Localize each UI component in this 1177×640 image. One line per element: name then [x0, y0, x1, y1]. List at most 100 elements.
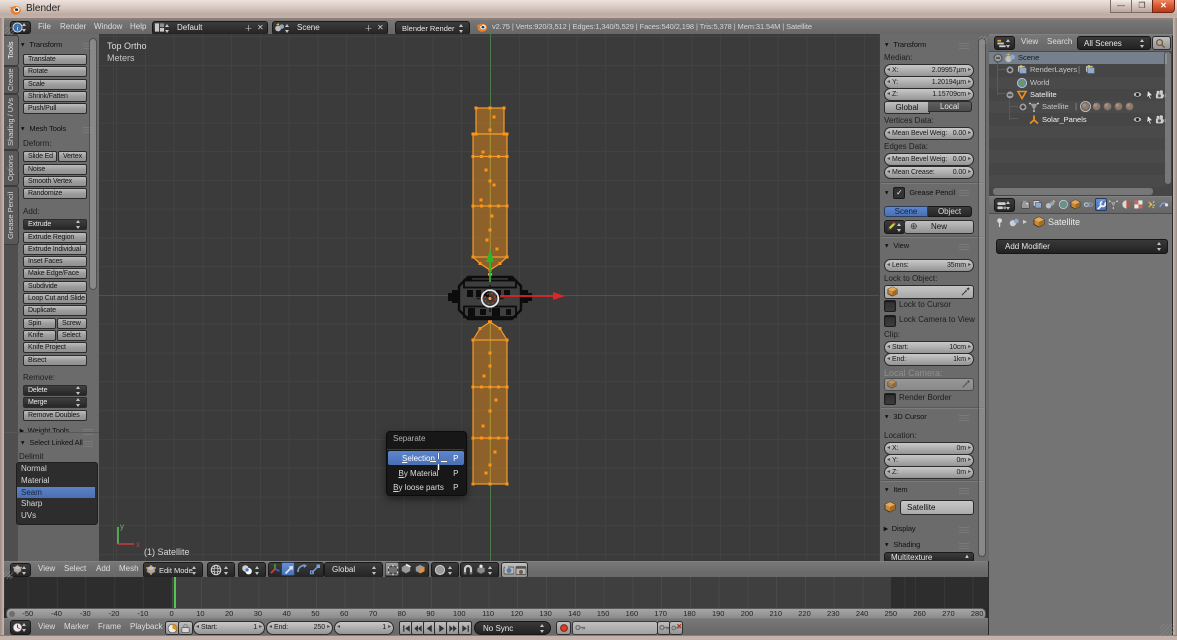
- median-z-field[interactable]: ◂▸Z:1.15709cm: [884, 88, 974, 101]
- frame-lock-button[interactable]: [178, 621, 193, 635]
- ts-btn-vertex[interactable]: Vertex: [58, 151, 87, 162]
- maximize-button[interactable]: ❐: [1131, 0, 1153, 13]
- tool-shelf-tab-options[interactable]: Options: [4, 150, 19, 186]
- ts-btn-scale[interactable]: Scale: [23, 79, 87, 90]
- view3d-menu-add[interactable]: Add: [96, 561, 114, 577]
- playback-jump-to-end-button[interactable]: [458, 621, 472, 635]
- lens-field[interactable]: ◂▸Lens:35mm: [884, 259, 974, 272]
- pivot-dropdown[interactable]: [238, 562, 266, 578]
- ts-btn-spin[interactable]: Spin: [23, 318, 56, 329]
- lock-to-object-field[interactable]: [884, 285, 974, 299]
- ts-btn-extrude-individual[interactable]: Extrude Individual: [23, 244, 87, 255]
- mode-dropdown[interactable]: Edit Mode: [143, 562, 203, 578]
- outliner-editor-type-button[interactable]: [994, 36, 1015, 50]
- properties-tab-texture[interactable]: [1132, 198, 1145, 211]
- ts-btn-inset-faces[interactable]: Inset Faces: [23, 256, 87, 267]
- solar-panel-bottom[interactable]: [473, 322, 507, 484]
- ts-btn-screw[interactable]: Screw: [57, 318, 87, 329]
- gp-object-toggle[interactable]: Object: [928, 206, 972, 217]
- outliner-filter-dropdown[interactable]: All Scenes: [1077, 36, 1151, 50]
- properties-tab-render-layers[interactable]: [1032, 198, 1045, 211]
- current-frame-field[interactable]: ◂▸1: [334, 621, 394, 635]
- mean-crease-field[interactable]: ◂▸Mean Crease:0.00: [884, 166, 974, 179]
- sync-dropdown[interactable]: No Sync: [474, 621, 551, 635]
- delimit-option-sharp[interactable]: Sharp: [17, 498, 95, 510]
- outliner-row-world[interactable]: World: [1030, 77, 1090, 89]
- cursor-z-field[interactable]: ◂▸Z:0m: [884, 466, 974, 479]
- close-button[interactable]: ✕: [1152, 0, 1175, 13]
- grease-pencil-checkbox[interactable]: ✓: [893, 187, 905, 199]
- properties-tab-modifiers[interactable]: [1095, 198, 1108, 211]
- layout-selector-icon-button[interactable]: [152, 21, 174, 35]
- timeline-menu-frame[interactable]: Frame: [98, 618, 120, 635]
- properties-tab-object[interactable]: [1069, 198, 1082, 211]
- lock-camera-to-view-box[interactable]: [884, 315, 896, 327]
- outliner-hscrollbar[interactable]: [992, 187, 1154, 196]
- panel-transform-header[interactable]: ▼Transform: [19, 40, 97, 50]
- proportional-edit-dropdown[interactable]: [431, 562, 459, 578]
- manipulator-scale-toggle[interactable]: [308, 562, 321, 576]
- timeline-editor-type-button[interactable]: [10, 620, 31, 635]
- vertex-select-toggle[interactable]: [385, 562, 399, 576]
- ts-btn-duplicate[interactable]: Duplicate: [23, 305, 87, 316]
- ts-btn-slide-ed[interactable]: Slide Ed: [23, 151, 57, 162]
- delimit-option-material[interactable]: Material: [17, 475, 95, 487]
- panel-item-header[interactable]: ▼Item: [883, 485, 973, 495]
- info-menu-window[interactable]: Window: [94, 19, 130, 34]
- expander-icon[interactable]: [1018, 102, 1028, 112]
- add-modifier-dropdown[interactable]: Add Modifier: [996, 239, 1168, 254]
- view3d-menu-view[interactable]: View: [38, 561, 58, 577]
- outliner-row-satellite[interactable]: Satellite: [1030, 89, 1090, 101]
- eye-icon[interactable]: [1132, 89, 1143, 100]
- gp-new-button[interactable]: ⊕New: [904, 220, 974, 234]
- solar-panel-top[interactable]: [473, 108, 507, 270]
- lock-to-cursor-box[interactable]: [884, 300, 896, 312]
- frame-end-field[interactable]: ◂▸End:250: [266, 621, 333, 635]
- gp-scene-toggle[interactable]: Scene: [884, 206, 928, 217]
- info-menu-help[interactable]: Help: [130, 19, 152, 34]
- properties-tab-scene[interactable]: [1044, 198, 1057, 211]
- properties-editor-type-button[interactable]: [994, 198, 1015, 212]
- gp-pencil-dropdown[interactable]: [884, 220, 905, 234]
- n-panel-scrollbar[interactable]: [978, 38, 986, 557]
- view3d-menu-mesh[interactable]: Mesh: [119, 561, 145, 577]
- collapse-icon[interactable]: [993, 53, 1003, 63]
- mean-bevel2-field[interactable]: ◂▸Mean Bevel Weig:0.00: [884, 153, 974, 166]
- ts-extrude-dropdown[interactable]: Extrude: [23, 219, 87, 230]
- ts-btn-bisect[interactable]: Bisect: [23, 355, 87, 366]
- menu-item-by-material[interactable]: By MaterialP: [388, 466, 464, 480]
- ts-btn-shrink-fatten[interactable]: Shrink/Fatten: [23, 91, 87, 102]
- material-slot-icon[interactable]: [1080, 101, 1091, 112]
- keying-set-field[interactable]: [572, 621, 658, 635]
- breadcrumb-pin-icon[interactable]: [995, 217, 1006, 228]
- ts-btn-make-edge-face[interactable]: Make Edge/Face: [23, 268, 87, 279]
- panel-view-header[interactable]: ▼View: [883, 241, 973, 251]
- properties-tab-particles[interactable]: [1145, 198, 1158, 211]
- edge-select-toggle[interactable]: [399, 562, 413, 576]
- manipulator-rotate-toggle[interactable]: [295, 562, 308, 576]
- tool-shelf-tab-tools[interactable]: Tools: [4, 35, 19, 66]
- mean-bevel-field[interactable]: ◂▸Mean Bevel Weig:0.00: [884, 127, 974, 140]
- eye-icon[interactable]: [1132, 114, 1143, 125]
- ts-btn-extrude-region[interactable]: Extrude Region: [23, 232, 87, 243]
- frame-start-field[interactable]: ◂▸Start:1: [193, 621, 265, 635]
- manipulator-axes-toggle[interactable]: [268, 562, 281, 576]
- item-name-field[interactable]: Satellite: [900, 500, 974, 515]
- render-engine-dropdown[interactable]: Blender Render: [395, 21, 470, 35]
- delete-keyframe-button[interactable]: [669, 621, 683, 635]
- info-menu-file[interactable]: File: [38, 19, 58, 34]
- ts-btn-loop-cut-and-slide[interactable]: Loop Cut and Slide: [23, 293, 87, 304]
- panel-grease-pencil-header[interactable]: ▼✓Grease Pencil: [883, 187, 973, 197]
- timeline-menu-view[interactable]: View: [38, 618, 58, 635]
- outliner-vscrollbar[interactable]: [1164, 51, 1172, 185]
- viewport-shading-dropdown[interactable]: [207, 562, 235, 578]
- menu-item-selection[interactable]: SelectionP: [388, 451, 464, 465]
- properties-tab-material[interactable]: [1120, 198, 1133, 211]
- material-slot-icon[interactable]: [1124, 101, 1135, 112]
- tool-shelf-tab-shading-uvs[interactable]: Shading / UVs: [4, 94, 19, 150]
- manipulator-translate-toggle[interactable]: [281, 562, 295, 576]
- ts-btn-knife[interactable]: Knife: [23, 330, 56, 341]
- panel-np-transform-header[interactable]: ▼Transform: [883, 40, 973, 50]
- layout-delete-button[interactable]: ✕: [254, 21, 268, 35]
- delimit-option-uvs[interactable]: UVs: [17, 510, 95, 522]
